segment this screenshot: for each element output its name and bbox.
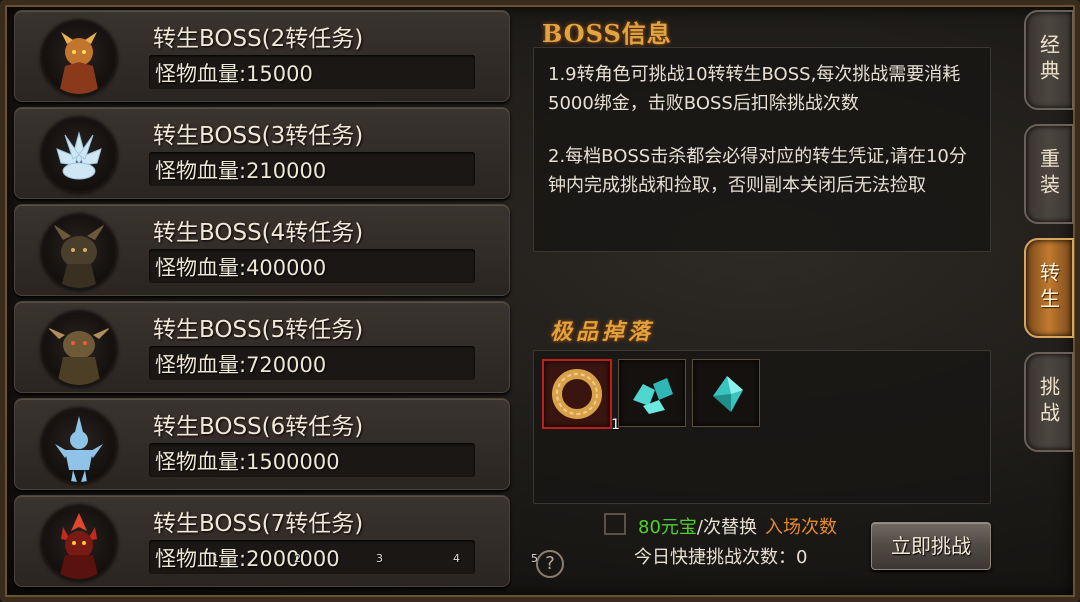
boss-name: 转生BOSS(3转任务) — [153, 123, 364, 149]
boss-row-2[interactable]: 转生BOSS(2转任务) 怪物血量:15000 — [14, 10, 510, 102]
tab-label: 经典 — [1036, 34, 1061, 86]
tab-label: 挑战 — [1036, 376, 1061, 428]
boss-hp: 怪物血量:210000 — [155, 159, 327, 183]
info-rule-1: 1.9转角色可挑战10转转生BOSS,每次挑战需要消耗5000绑金，击败BOSS… — [548, 64, 961, 114]
replace-checkbox[interactable] — [604, 513, 626, 535]
boss-info-title: BOSS信息 — [542, 19, 672, 48]
tab-challenge[interactable]: 挑战 — [1024, 352, 1074, 452]
boss-list: 转生BOSS(2转任务) 怪物血量:15000 转生BOSS(3转任务) 怪物血… — [14, 10, 510, 590]
cyan-gem-icon — [713, 376, 743, 412]
boss-hp: 怪物血量:720000 — [155, 353, 327, 377]
boss-hp: 怪物血量:1500000 — [155, 450, 340, 474]
boss-row-4[interactable]: 转生BOSS(4转任务) 怪物血量:400000 — [14, 204, 510, 296]
ice-lotus-icon — [41, 117, 117, 193]
bull-demon-icon — [41, 311, 117, 387]
tab-label: 转生 — [1036, 262, 1061, 314]
debug-number: 1 — [212, 552, 219, 565]
drops-title: 极品掉落 — [550, 319, 655, 345]
demon-warrior-icon — [41, 20, 117, 96]
boss-row-6[interactable]: 转生BOSS(6转任务) 怪物血量:1500000 — [14, 398, 510, 490]
debug-number: 4 — [453, 552, 460, 565]
boss-name: 转生BOSS(7转任务) — [153, 511, 364, 537]
boss-row-7[interactable]: 转生BOSS(7转任务) 怪物血量:2000000 — [14, 495, 510, 587]
tab-label: 重装 — [1036, 148, 1061, 200]
debug-number: 2 — [294, 552, 301, 565]
entry-count-link[interactable]: 入场次数 — [765, 517, 837, 538]
hp-bar: 怪物血量:15000 — [149, 55, 475, 89]
replace-label: /次替换 — [696, 517, 757, 538]
boss-name: 转生BOSS(5转任务) — [153, 317, 364, 343]
flame-demon-icon — [41, 505, 117, 581]
drop-item-slot[interactable]: 1 — [542, 359, 620, 433]
boss-row-5[interactable]: 转生BOSS(5转任务) 怪物血量:720000 — [14, 301, 510, 393]
boss-name: 转生BOSS(4转任务) — [153, 220, 364, 246]
drop-item-slot[interactable] — [692, 359, 760, 427]
boss-hp: 怪物血量:15000 — [155, 62, 313, 86]
boss-info-panel: 1.9转角色可挑战10转转生BOSS,每次挑战需要消耗5000绑金，击败BOSS… — [533, 47, 991, 252]
hp-bar: 怪物血量:2000000 — [149, 540, 475, 574]
challenge-now-button[interactable]: 立即挑战 — [871, 522, 991, 570]
drops-panel: 1 — [533, 350, 991, 504]
gold-ring-icon — [552, 369, 602, 419]
debug-number: 3 — [376, 552, 383, 565]
info-rule-2: 2.每档BOSS击杀都会必得对应的转生凭证,请在10分钟内完成挑战和捡取，否则副… — [548, 146, 967, 196]
boss-hp: 怪物血量:400000 — [155, 256, 327, 280]
horned-beast-icon — [41, 214, 117, 290]
help-icon[interactable]: ? — [536, 550, 564, 578]
tab-rebirth[interactable]: 转生 — [1024, 238, 1074, 338]
hp-bar: 怪物血量:720000 — [149, 346, 475, 380]
boss-hp: 怪物血量:2000000 — [155, 547, 340, 571]
hp-bar: 怪物血量:400000 — [149, 249, 475, 283]
drop-item-slot[interactable] — [618, 359, 686, 427]
replace-option: 80元宝/次替换 入场次数 — [638, 513, 837, 539]
ice-knight-icon — [41, 408, 117, 484]
boss-row-3[interactable]: 转生BOSS(3转任务) 怪物血量:210000 — [14, 107, 510, 199]
boss-name: 转生BOSS(2转任务) — [153, 26, 364, 52]
hp-bar: 怪物血量:1500000 — [149, 443, 475, 477]
boss-name: 转生BOSS(6转任务) — [153, 414, 364, 440]
tab-classic[interactable]: 经典 — [1024, 10, 1074, 110]
replace-cost: 80元宝 — [638, 517, 697, 538]
hp-bar: 怪物血量:210000 — [149, 152, 475, 186]
cyan-crystal-icon — [633, 378, 673, 414]
quick-challenge-count: 今日快捷挑战次数：0 — [634, 547, 808, 568]
tab-heavy[interactable]: 重装 — [1024, 124, 1074, 224]
